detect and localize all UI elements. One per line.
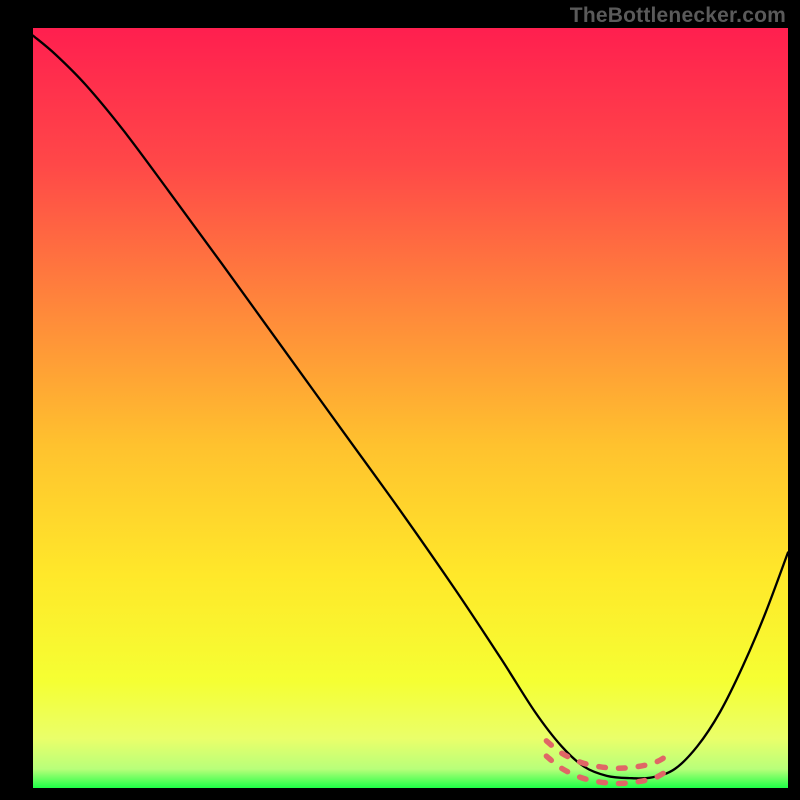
bottleneck-chart (0, 0, 800, 800)
attribution-label: TheBottlenecker.com (570, 4, 786, 28)
chart-frame: TheBottlenecker.com (0, 0, 800, 800)
gradient-background (33, 28, 788, 788)
